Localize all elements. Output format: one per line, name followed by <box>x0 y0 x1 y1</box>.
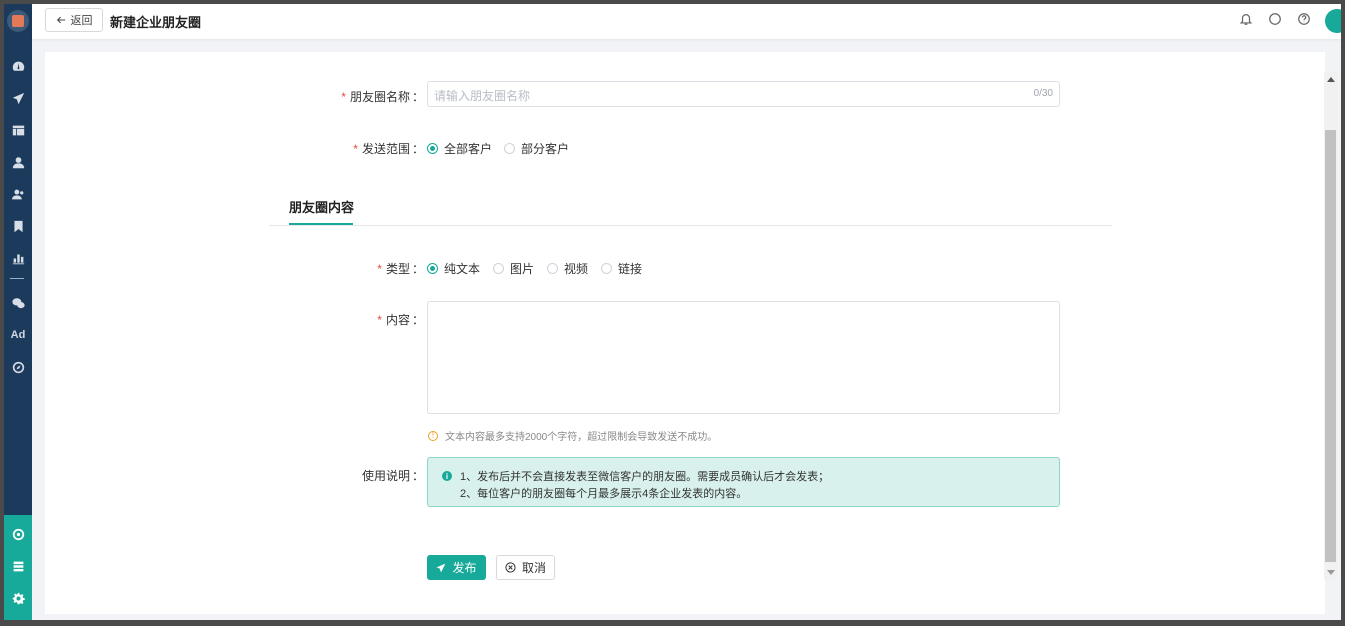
tab-moments-content[interactable]: 朋友圈内容 <box>289 197 354 216</box>
back-button-label: 返回 <box>70 15 93 27</box>
ad-icon[interactable]: Ad <box>8 325 28 345</box>
chat-icon[interactable] <box>1268 12 1282 26</box>
target-icon[interactable] <box>8 524 28 544</box>
bar-chart-icon[interactable] <box>8 248 28 268</box>
app-logo[interactable] <box>7 10 29 32</box>
wechat-icon[interactable] <box>8 293 28 313</box>
name-input[interactable]: 请输入朋友圈名称 0/30 <box>427 81 1060 107</box>
gear-icon[interactable] <box>8 588 28 608</box>
usage-line-2: 2、每位客户的朋友圈每个月最多展示4条企业发表的内容。 <box>460 488 748 500</box>
name-input-placeholder: 请输入朋友圈名称 <box>434 89 531 103</box>
warning-icon: ! <box>428 430 438 441</box>
arrow-left-icon <box>56 16 65 24</box>
usage-notice: i 1、发布后并不会直接发表至微信客户的朋友圈。需要成员确认后才会发表； 2、每… <box>427 457 1060 507</box>
bookmark-icon[interactable] <box>8 216 28 236</box>
scope-radio-partial[interactable]: 部分客户 <box>504 140 569 157</box>
app-frame: Ad 返回 新建企业朋友圈 * 朋友圈名称 ： 请输入朋友圈名称 0/30 * … <box>4 4 1341 620</box>
help-icon[interactable] <box>1297 12 1311 26</box>
usage-line-1: 1、发布后并不会直接发表至微信客户的朋友圈。需要成员确认后才会发表； <box>460 471 830 483</box>
type-radio-image[interactable]: 图片 <box>493 260 534 277</box>
compass-icon[interactable] <box>8 357 28 377</box>
send-icon <box>437 563 446 572</box>
content-label: * 内容： <box>377 313 424 327</box>
sidebar: Ad <box>4 4 32 620</box>
sidebar-bottom <box>4 515 32 620</box>
scope-radio-all[interactable]: 全部客户 <box>427 140 492 157</box>
top-header: 返回 新建企业朋友圈 <box>32 4 1341 39</box>
scope-label: * 发送范围： <box>353 142 424 156</box>
content-textarea[interactable] <box>427 301 1060 414</box>
bell-icon[interactable] <box>1239 12 1253 26</box>
type-radio-link[interactable]: 链接 <box>601 260 642 277</box>
type-label: * 类型： <box>377 262 424 276</box>
info-icon: i <box>442 471 452 481</box>
name-char-count: 0/30 <box>1033 88 1053 99</box>
dashboard-icon[interactable] <box>8 56 28 76</box>
table-icon[interactable] <box>8 120 28 140</box>
cancel-button[interactable]: 取消 <box>496 555 555 580</box>
type-radio-video[interactable]: 视频 <box>547 260 588 277</box>
scroll-up-arrow[interactable] <box>1327 77 1335 82</box>
users-icon[interactable] <box>8 184 28 204</box>
back-button[interactable]: 返回 <box>45 8 103 32</box>
page-title: 新建企业朋友圈 <box>110 15 202 30</box>
send-icon[interactable] <box>8 88 28 108</box>
sidebar-divider <box>10 278 24 279</box>
publish-button[interactable]: 发布 <box>427 555 486 580</box>
scroll-thumb[interactable] <box>1325 130 1336 562</box>
content-hint: ! 文本内容最多支持2000个字符，超过限制会导致发送不成功。 <box>428 428 717 443</box>
avatar[interactable] <box>1325 9 1341 33</box>
user-icon[interactable] <box>8 152 28 172</box>
close-circle-icon <box>505 562 516 573</box>
name-label: * 朋友圈名称： <box>341 90 424 104</box>
type-radio-text[interactable]: 纯文本 <box>427 260 480 277</box>
scrollbar[interactable] <box>1324 72 1337 580</box>
usage-label: 使用说明： <box>361 469 424 483</box>
scroll-down-arrow[interactable] <box>1327 570 1335 575</box>
layers-icon[interactable] <box>8 556 28 576</box>
tab-divider <box>269 225 1112 226</box>
